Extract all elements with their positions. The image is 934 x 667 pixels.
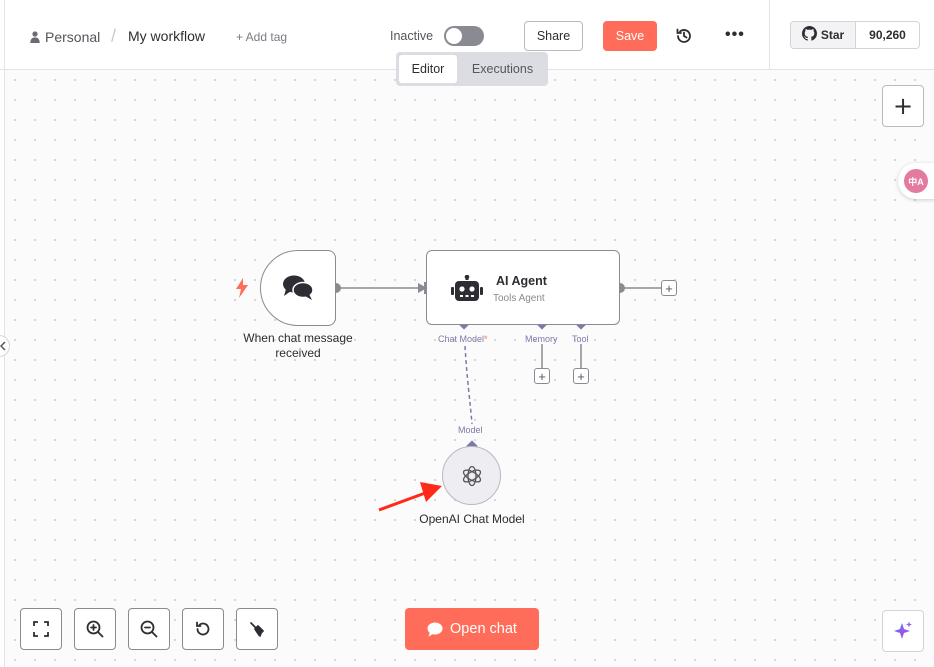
save-button[interactable]: Save <box>603 21 657 51</box>
robot-icon <box>451 275 483 301</box>
tab-editor[interactable]: Editor <box>399 55 457 83</box>
open-chat-label: Open chat <box>450 621 517 637</box>
openai-chat-model-node[interactable] <box>442 446 501 505</box>
agent-output-add-button[interactable]: + <box>661 280 677 296</box>
reset-zoom-button[interactable] <box>182 608 224 650</box>
ai-agent-title: AI Agent <box>496 274 547 288</box>
history-icon[interactable] <box>675 27 693 45</box>
chat-model-handle-label: Chat Model* <box>438 334 488 344</box>
github-star-widget[interactable]: Star 90,260 <box>790 21 920 49</box>
ai-agent-subtitle: Tools Agent <box>493 293 545 304</box>
translate-extension-badge[interactable]: 中A <box>898 163 934 199</box>
openai-icon <box>462 465 481 486</box>
github-star-button[interactable]: Star <box>791 22 856 48</box>
user-icon <box>30 31 40 43</box>
header-divider <box>769 0 770 70</box>
chat-bubbles-icon <box>283 275 314 300</box>
openai-chat-model-label: OpenAI Chat Model <box>419 512 525 526</box>
view-tabs: Editor Executions <box>396 52 548 86</box>
zoom-out-icon <box>140 620 158 638</box>
active-toggle[interactable] <box>444 26 484 46</box>
trigger-bolt-icon <box>236 278 248 298</box>
memory-add-button[interactable]: + <box>534 368 550 384</box>
required-marker: * <box>484 334 488 344</box>
ai-assistant-button[interactable] <box>882 610 924 652</box>
add-tag-button[interactable]: + Add tag <box>236 30 287 44</box>
trigger-node[interactable] <box>260 250 336 326</box>
add-node-button[interactable]: + <box>882 85 924 127</box>
ai-agent-node[interactable]: AI Agent Tools Agent <box>426 250 620 325</box>
toggle-knob <box>446 28 462 44</box>
tab-executions[interactable]: Executions <box>460 55 545 83</box>
workflow-name[interactable]: My workflow <box>128 28 205 44</box>
share-button[interactable]: Share <box>524 21 583 51</box>
breadcrumb-separator: / <box>111 26 117 46</box>
chat-bubble-icon <box>427 622 443 636</box>
trigger-node-label: When chat message received <box>243 331 353 360</box>
zoom-in-button[interactable] <box>74 608 116 650</box>
translate-icon: 中A <box>904 169 928 193</box>
open-chat-button[interactable]: Open chat <box>405 608 539 650</box>
status-label: Inactive <box>390 29 434 43</box>
chevron-left-icon <box>0 341 6 351</box>
chat-model-handle-text: Chat Model <box>438 334 485 344</box>
broom-icon <box>250 622 264 637</box>
github-star-count: 90,260 <box>856 22 919 48</box>
workflow-canvas[interactable] <box>5 70 934 667</box>
fit-view-icon <box>33 621 49 637</box>
model-input-handle-label: Model <box>458 425 483 435</box>
tool-add-button[interactable]: + <box>573 368 589 384</box>
tidy-up-button[interactable] <box>236 608 278 650</box>
github-icon <box>801 26 817 44</box>
github-star-label: Star <box>820 28 845 42</box>
zoom-in-icon <box>86 620 104 638</box>
breadcrumb-project-label: Personal <box>45 29 101 45</box>
zoom-out-button[interactable] <box>128 608 170 650</box>
fit-view-button[interactable] <box>20 608 62 650</box>
breadcrumb-project[interactable]: Personal <box>30 28 100 46</box>
sparkle-icon <box>894 621 912 639</box>
memory-handle-label: Memory <box>525 334 558 344</box>
tool-handle-label: Tool <box>572 334 589 344</box>
more-options-icon[interactable]: ••• <box>725 26 744 44</box>
undo-icon <box>196 621 210 636</box>
